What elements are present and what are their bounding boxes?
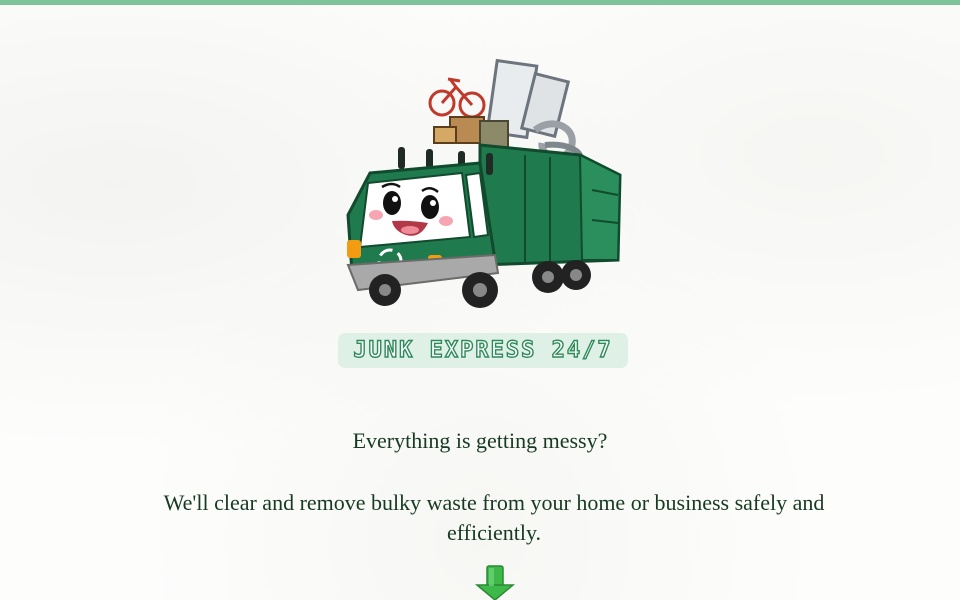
brand-badge: JUNK EXPRESS 24/7 bbox=[338, 333, 628, 368]
hero-tagline: We'll clear and remove bulky waste from … bbox=[163, 490, 825, 545]
junk-truck-icon bbox=[330, 55, 630, 315]
hero-headline: Everything is getting messy? bbox=[352, 428, 608, 453]
brand-name: JUNK EXPRESS 24/7 bbox=[353, 337, 613, 363]
arrow-down-icon[interactable] bbox=[474, 563, 516, 600]
